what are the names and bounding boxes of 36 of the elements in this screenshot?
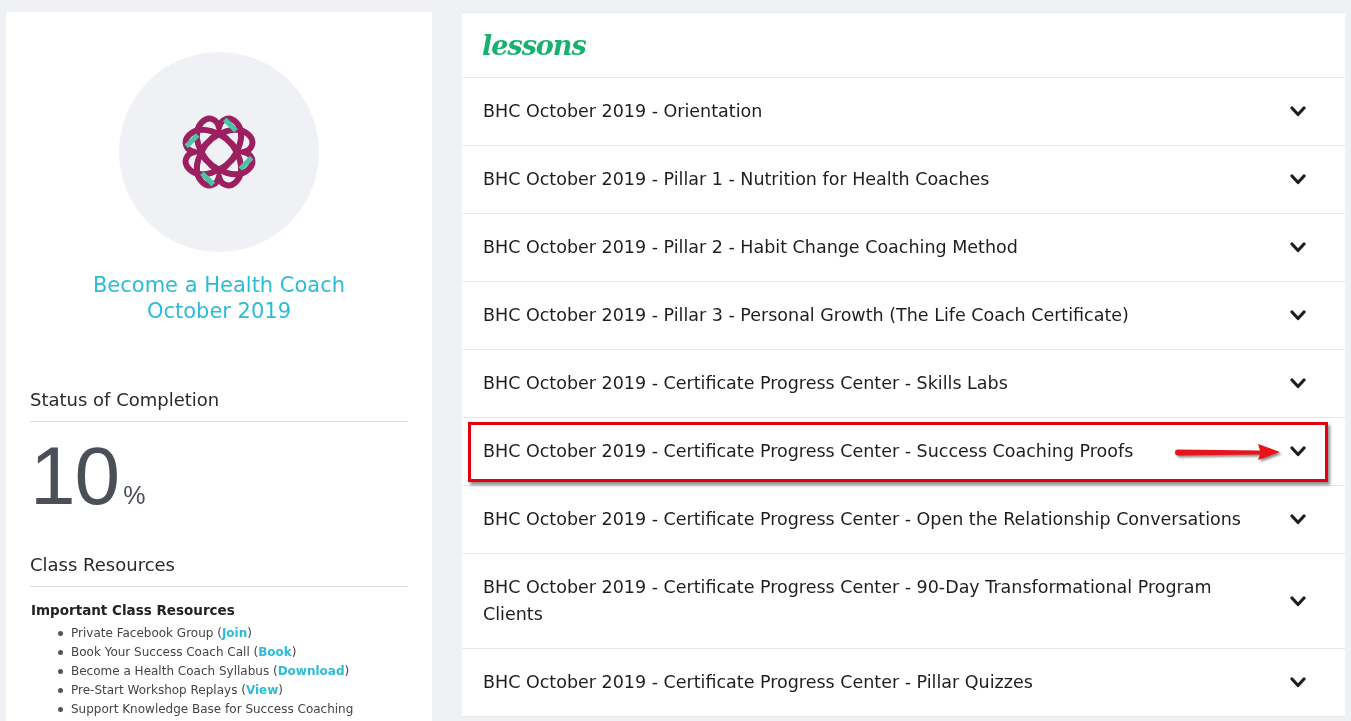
- resource-text: Support Knowledge Base for Success Coaching: [71, 701, 354, 718]
- lesson-row[interactable]: BHC October 2019 - Certificate Progress Center - 90-Day Transformational Program Clients: [462, 554, 1345, 649]
- lesson-row[interactable]: BHC October 2019 - Pillar 2 - Habit Change Coaching Method: [462, 214, 1345, 282]
- completion-value: 10: [30, 435, 120, 517]
- chevron-icon[interactable]: [1290, 446, 1306, 457]
- course-title: Become a Health Coach October 2019: [91, 272, 347, 324]
- chevron-icon[interactable]: [1290, 378, 1306, 389]
- chevron-icon[interactable]: [1290, 174, 1306, 185]
- bullet-icon: [58, 707, 63, 712]
- bullet-icon: [58, 631, 63, 636]
- lesson-row[interactable]: BHC October 2019 - Certificate Progress Center - Open the Relationship Conversations: [462, 486, 1345, 554]
- chevron-icon[interactable]: [1290, 595, 1306, 607]
- bullet-icon: [58, 650, 63, 655]
- resource-text: Pre-Start Workshop Replays (View): [71, 682, 283, 699]
- chevron-icon[interactable]: [1290, 106, 1306, 117]
- bullet-icon: [58, 669, 63, 674]
- section-heading: Class Resources: [30, 553, 408, 587]
- bullet-icon: [58, 688, 63, 693]
- chevron-icon[interactable]: [1290, 677, 1306, 688]
- percent-sign: %: [123, 483, 146, 508]
- lesson-row[interactable]: BHC October 2019 - Pillar 3 - Personal Growth (The Life Coach Certificate): [462, 282, 1345, 350]
- section-heading: Status of Completion: [30, 388, 408, 422]
- lesson-row[interactable]: BHC October 2019 - Pillar 1 - Nutrition for Health Coaches: [462, 146, 1345, 214]
- lesson-row[interactable]: BHC October 2019 - Orientation: [462, 78, 1345, 146]
- lesson-row[interactable]: BHC October 2019 - Certificate Progress Center - Pillar Quizzes: [462, 649, 1345, 717]
- resource-text: Become a Health Coach Syllabus (Download): [71, 663, 350, 680]
- resource-text: Book Your Success Coach Call (Book): [71, 644, 297, 661]
- arrow-icon: [1174, 441, 1282, 462]
- chevron-icon[interactable]: [1290, 310, 1306, 321]
- resource-text: Private Facebook Group (Join): [71, 625, 252, 642]
- resources-subheading: Important Class Resources: [31, 601, 236, 620]
- chevron-icon[interactable]: [1290, 242, 1306, 253]
- chevron-icon[interactable]: [1290, 514, 1306, 525]
- section-title: lessons: [482, 31, 586, 59]
- lesson-row[interactable]: BHC October 2019 - Certificate Progress Center - Skills Labs: [462, 350, 1345, 418]
- lesson-row[interactable]: BHC October 2019 - Certificate Progress Center - Success Coaching Proofs: [462, 418, 1345, 486]
